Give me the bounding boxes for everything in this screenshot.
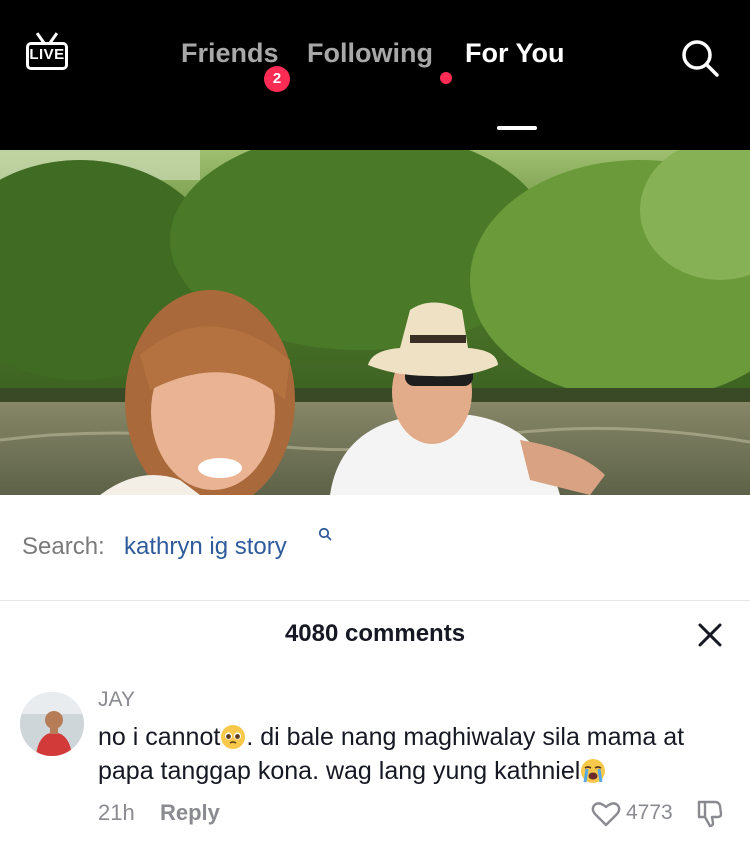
live-button[interactable]: LIVE <box>26 32 72 74</box>
search-suggestion-label: Search: <box>22 533 105 560</box>
search-icon[interactable] <box>678 36 722 80</box>
comment-text: no i cannot. di bale nang maghiwalay sil… <box>98 720 728 788</box>
comment-time: 21h <box>98 800 135 825</box>
video-photo <box>0 150 750 495</box>
comments-count-title: 4080 comments <box>284 620 466 647</box>
avatar-photo <box>20 692 84 756</box>
active-tab-indicator <box>497 126 537 130</box>
tab-friends[interactable]: Friends <box>181 38 279 69</box>
video-frame[interactable] <box>0 150 750 495</box>
tab-for-you[interactable]: For You <box>465 38 565 69</box>
loudly-crying-face-emoji-icon <box>581 759 606 783</box>
top-navigation-bar: LIVE Friends 2 Following For You <box>0 0 750 150</box>
friends-notification-badge: 2 <box>264 66 290 92</box>
reply-button[interactable]: Reply <box>160 800 220 826</box>
comment-username[interactable]: JAY <box>98 688 135 712</box>
tab-following[interactable]: Following <box>307 38 433 69</box>
comment-text-part1: no i cannot <box>98 723 221 751</box>
comment-like-count: 4773 <box>626 801 673 824</box>
search-suggestion-query[interactable]: kathryn ig story <box>124 533 287 561</box>
avatar[interactable] <box>20 692 84 756</box>
search-suggestion-bar[interactable]: Search: kathryn ig story <box>0 495 750 601</box>
live-label: LIVE <box>29 46 65 63</box>
search-icon <box>318 527 332 541</box>
dislike-icon[interactable] <box>696 798 724 828</box>
pleading-face-emoji-icon <box>221 725 246 749</box>
close-icon[interactable] <box>697 622 723 648</box>
following-new-dot <box>440 72 452 84</box>
heart-icon[interactable] <box>591 801 621 827</box>
